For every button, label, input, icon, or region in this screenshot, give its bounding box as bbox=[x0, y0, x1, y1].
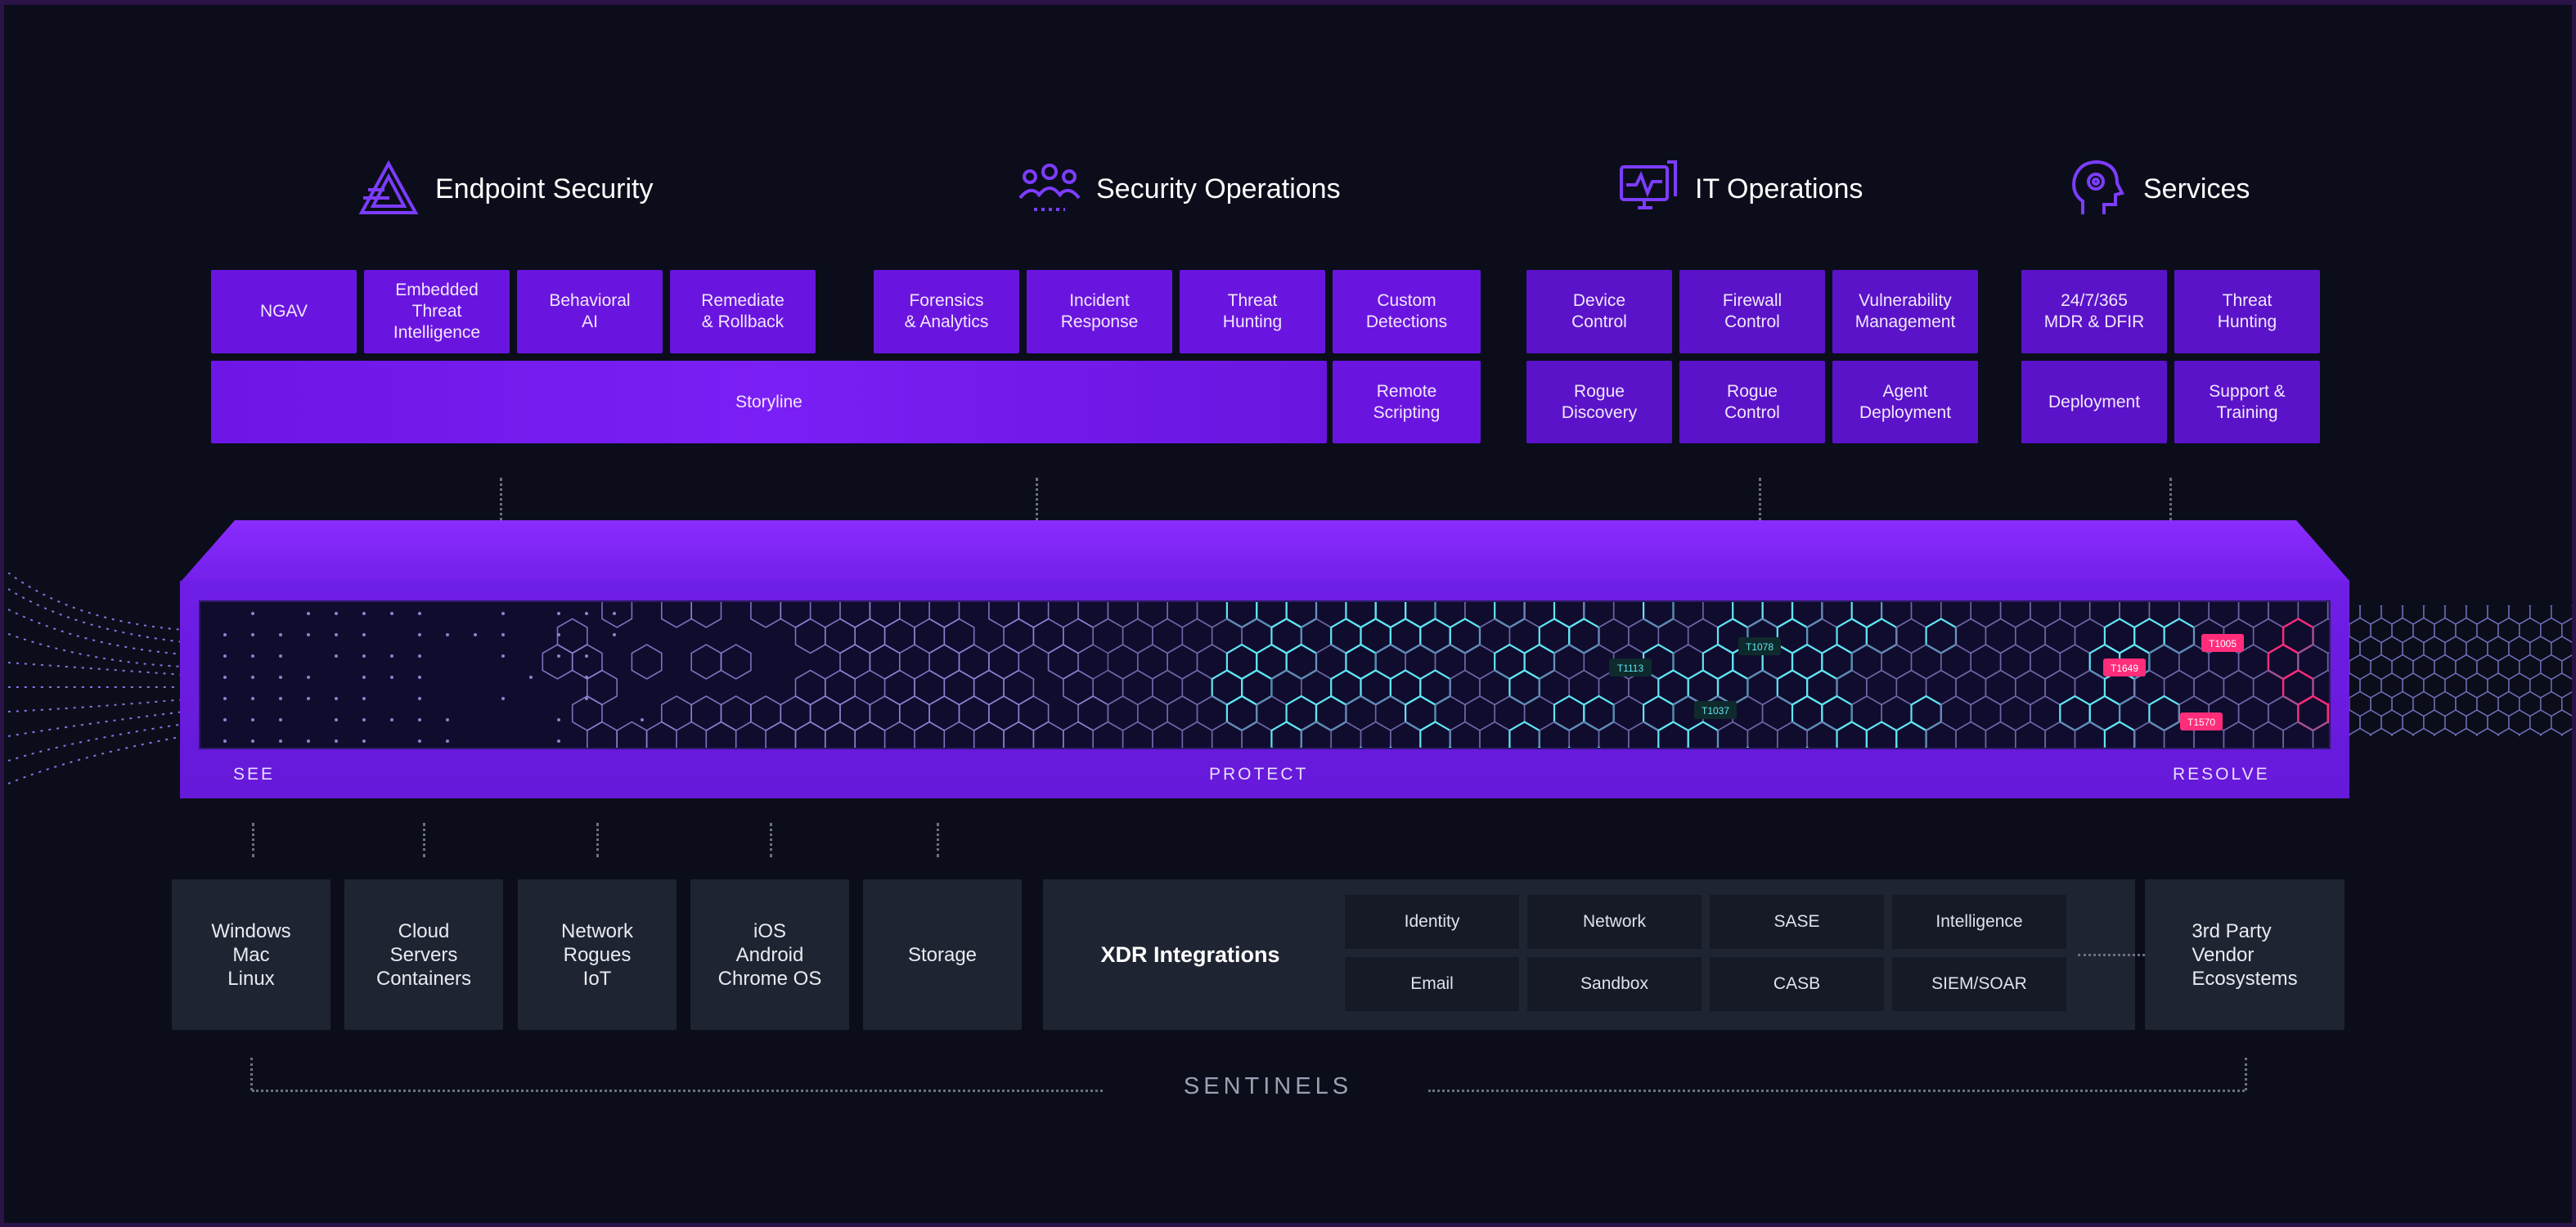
sentinels-label: SENTINELS bbox=[1063, 1073, 1472, 1100]
tile-embedded-threat-intelligence[interactable]: Embedded Threat Intelligence bbox=[364, 270, 510, 353]
xdr-item-identity[interactable]: Identity bbox=[1345, 895, 1519, 949]
technique-tag: T1037 bbox=[1694, 701, 1737, 719]
tile-remediate-rollback[interactable]: Remediate & Rollback bbox=[670, 270, 816, 353]
xdr-item-intelligence[interactable]: Intelligence bbox=[1892, 895, 2066, 949]
tile-device-control[interactable]: Device Control bbox=[1526, 270, 1672, 353]
outbound-mesh-graphic bbox=[2349, 605, 2572, 736]
technique-tag: T1078 bbox=[1738, 637, 1781, 655]
connector-line bbox=[770, 823, 772, 857]
xdr-integrations-title: XDR Integrations bbox=[1043, 879, 1337, 1030]
svg-text:T1570: T1570 bbox=[2187, 717, 2215, 728]
technique-tag: T1570 bbox=[2180, 712, 2223, 730]
surface-third-party-ecosystems[interactable]: 3rd Party Vendor Ecosystems bbox=[2145, 879, 2344, 1030]
tile-firewall-control[interactable]: Firewall Control bbox=[1679, 270, 1825, 353]
category-label: Security Operations bbox=[1096, 173, 1341, 205]
xdr-item-sandbox[interactable]: Sandbox bbox=[1527, 957, 1702, 1011]
tile-support-training[interactable]: Support & Training bbox=[2174, 361, 2320, 443]
connector-line bbox=[252, 823, 254, 857]
bracket-line-right bbox=[1428, 1090, 2245, 1092]
tile-storyline[interactable]: Storyline bbox=[211, 361, 1327, 443]
surface-storage[interactable]: Storage bbox=[863, 879, 1022, 1030]
connector-line bbox=[596, 823, 599, 857]
category-endpoint-security: Endpoint Security bbox=[357, 160, 654, 218]
tile-rogue-control[interactable]: Rogue Control bbox=[1679, 361, 1825, 443]
svg-text:T1005: T1005 bbox=[2209, 638, 2237, 649]
svg-text:T1649: T1649 bbox=[2111, 663, 2138, 674]
xdr-item-casb[interactable]: CASB bbox=[1710, 957, 1884, 1011]
bracket-left bbox=[250, 1058, 253, 1090]
xdr-item-email[interactable]: Email bbox=[1345, 957, 1519, 1011]
platform-screen: T1113 T1078 T1037 T1005 T1649 T1570 bbox=[199, 600, 2331, 749]
platform-top bbox=[182, 520, 2349, 581]
head-gear-icon bbox=[2065, 157, 2129, 221]
category-services: Services bbox=[2065, 160, 2250, 218]
category-label: Services bbox=[2143, 173, 2250, 205]
bracket-line-left bbox=[252, 1090, 1103, 1092]
xdr-item-sase[interactable]: SASE bbox=[1710, 895, 1884, 949]
platform-label-protect: PROTECT bbox=[1209, 765, 1308, 784]
tile-services-threat-hunting[interactable]: Threat Hunting bbox=[2174, 270, 2320, 353]
tile-behavioral-ai[interactable]: Behavioral AI bbox=[517, 270, 663, 353]
tile-mdr-dfir[interactable]: 24/7/365 MDR & DFIR bbox=[2021, 270, 2167, 353]
tile-agent-deployment[interactable]: Agent Deployment bbox=[1832, 361, 1978, 443]
tile-deployment[interactable]: Deployment bbox=[2021, 361, 2167, 443]
surface-windows-mac-linux[interactable]: Windows Mac Linux bbox=[172, 879, 330, 1030]
tile-threat-hunting[interactable]: Threat Hunting bbox=[1180, 270, 1325, 353]
tile-remote-scripting[interactable]: Remote Scripting bbox=[1333, 361, 1481, 443]
surface-network[interactable]: Network Rogues IoT bbox=[518, 879, 677, 1030]
category-label: Endpoint Security bbox=[435, 173, 654, 205]
hex-mesh-graphic: T1113 T1078 T1037 T1005 T1649 T1570 bbox=[200, 602, 2331, 749]
monitor-pulse-icon bbox=[1616, 157, 1680, 221]
people-group-icon bbox=[1018, 157, 1081, 221]
tile-incident-response[interactable]: Incident Response bbox=[1027, 270, 1172, 353]
tile-custom-detections[interactable]: Custom Detections bbox=[1333, 270, 1481, 353]
platform-label-resolve: RESOLVE bbox=[2173, 765, 2270, 784]
technique-tag: T1005 bbox=[2201, 634, 2244, 652]
data-streams-graphic bbox=[8, 573, 184, 785]
xdr-item-siem-soar[interactable]: SIEM/SOAR bbox=[1892, 957, 2066, 1011]
xdr-item-network[interactable]: Network bbox=[1527, 895, 1702, 949]
tile-vulnerability-management[interactable]: Vulnerability Management bbox=[1832, 270, 1978, 353]
tile-forensics-analytics[interactable]: Forensics & Analytics bbox=[874, 270, 1019, 353]
technique-tag: T1113 bbox=[1609, 658, 1652, 676]
bracket-right bbox=[2245, 1058, 2247, 1090]
technique-tag: T1649 bbox=[2103, 658, 2146, 676]
svg-text:T1078: T1078 bbox=[1746, 641, 1774, 653]
platform-label-see: SEE bbox=[233, 765, 275, 784]
triangle-logo-icon bbox=[357, 157, 420, 221]
surface-cloud[interactable]: Cloud Servers Containers bbox=[344, 879, 503, 1030]
category-it-operations: IT Operations bbox=[1616, 160, 1863, 218]
surface-mobile[interactable]: iOS Android Chrome OS bbox=[690, 879, 849, 1030]
connector-line bbox=[937, 823, 939, 857]
svg-text:T1037: T1037 bbox=[1702, 705, 1729, 717]
category-label: IT Operations bbox=[1695, 173, 1863, 205]
svg-text:T1113: T1113 bbox=[1617, 663, 1644, 674]
connector-line bbox=[423, 823, 425, 857]
category-security-operations: Security Operations bbox=[1018, 160, 1341, 218]
tile-rogue-discovery[interactable]: Rogue Discovery bbox=[1526, 361, 1672, 443]
tile-ngav[interactable]: NGAV bbox=[211, 270, 357, 353]
